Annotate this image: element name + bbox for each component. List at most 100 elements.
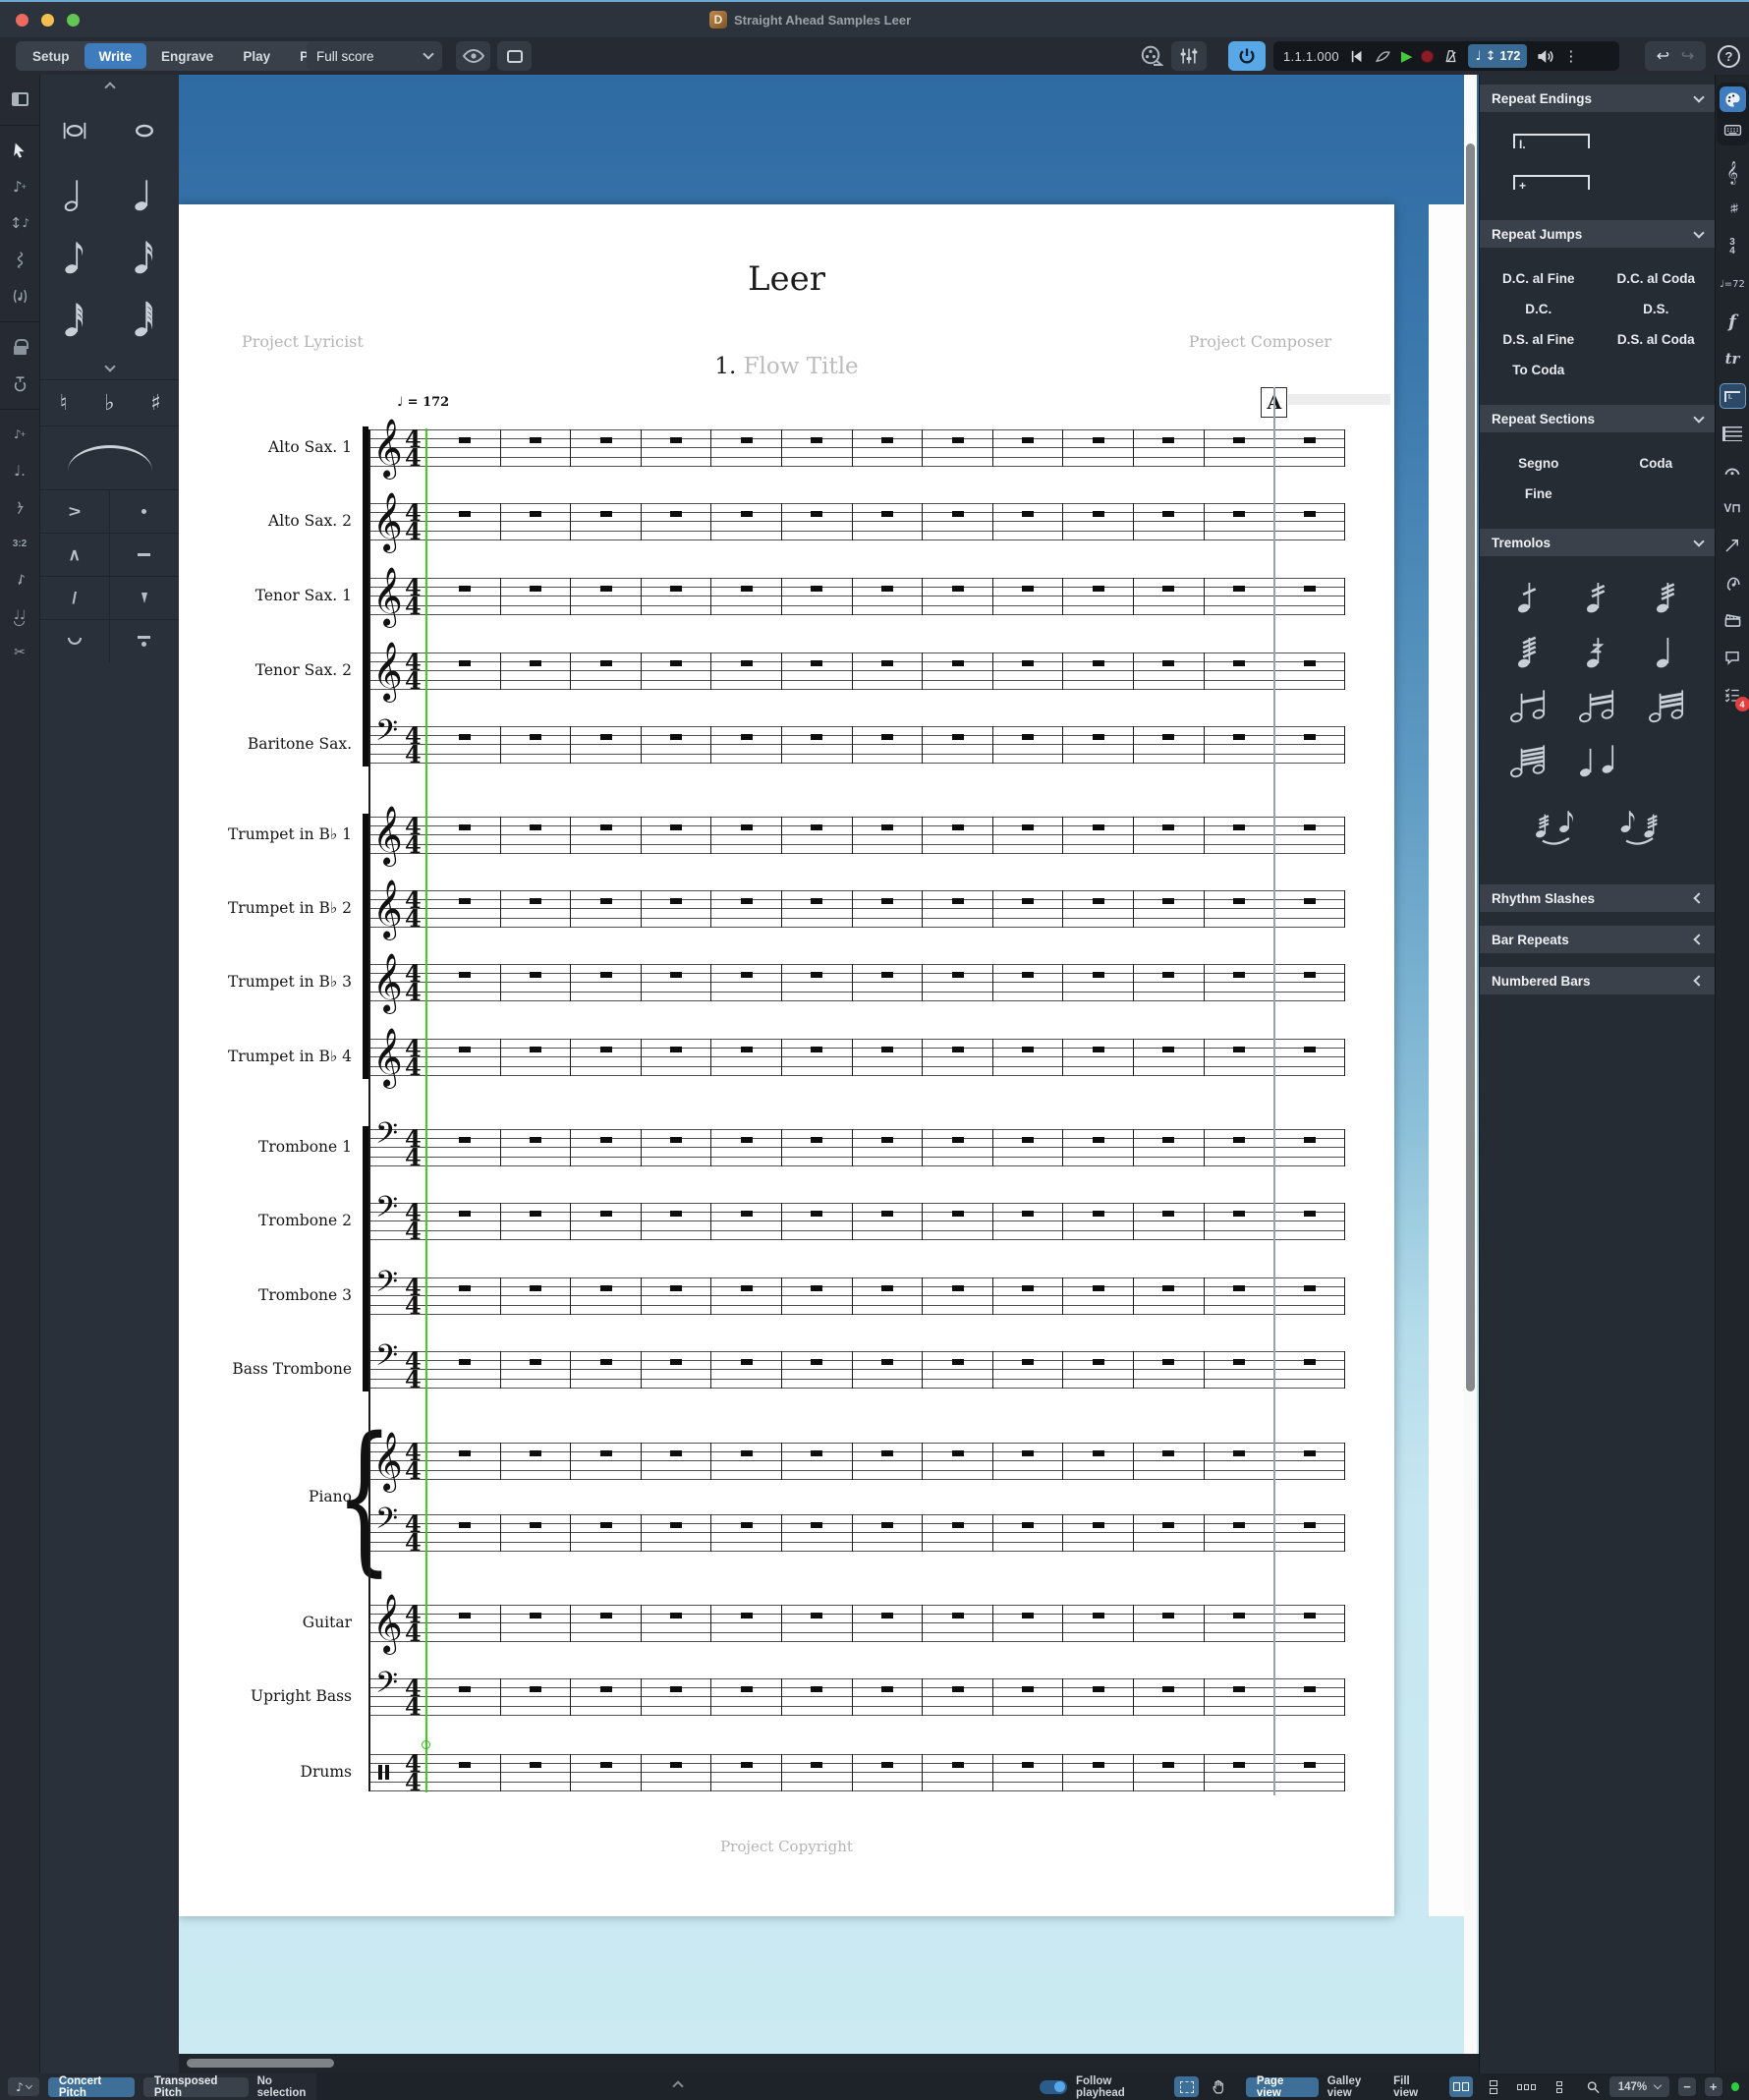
whole-rest[interactable] <box>459 824 472 830</box>
minimize-window-button[interactable] <box>41 14 54 27</box>
measure-8[interactable] <box>923 817 993 854</box>
whole-rest[interactable] <box>1022 437 1035 443</box>
whole-rest[interactable] <box>599 1359 612 1365</box>
measure-9[interactable] <box>993 1443 1064 1480</box>
whole-rest[interactable] <box>740 1450 753 1456</box>
time-signature[interactable]: 44 <box>405 427 422 470</box>
whole-rest[interactable] <box>529 1211 541 1217</box>
measure-4[interactable] <box>642 1039 712 1076</box>
measure-11[interactable] <box>1134 1605 1205 1642</box>
measure-9[interactable] <box>993 1129 1064 1166</box>
whole-rest[interactable] <box>529 1137 541 1143</box>
whole-rest[interactable] <box>951 437 964 443</box>
measure-10[interactable] <box>1063 817 1135 854</box>
whole-rest[interactable] <box>1092 1137 1104 1143</box>
whole-rest[interactable] <box>459 1285 472 1291</box>
measure-11[interactable] <box>1134 1678 1205 1716</box>
whole-rest[interactable] <box>1233 1137 1245 1143</box>
whole-rest[interactable] <box>1162 1522 1175 1528</box>
insert-clamp-icon[interactable] <box>7 370 32 396</box>
measure-12[interactable] <box>1205 653 1275 690</box>
whole-rest[interactable] <box>880 1686 893 1692</box>
measure-5[interactable] <box>711 429 783 467</box>
time-signature[interactable]: 44 <box>405 888 422 931</box>
layout-select[interactable]: Full score <box>307 41 442 71</box>
measure-5[interactable] <box>711 1443 783 1480</box>
whole-rest[interactable] <box>1162 1137 1175 1143</box>
unstressed-button[interactable] <box>40 619 110 662</box>
measure-12[interactable] <box>1205 1203 1275 1240</box>
whole-rest[interactable] <box>740 511 753 517</box>
whole-rest[interactable] <box>740 734 753 740</box>
whole-rest[interactable] <box>1092 1686 1104 1692</box>
time-signature[interactable]: 44 <box>405 651 422 693</box>
whole-rest[interactable] <box>1162 511 1175 517</box>
whole-rest[interactable] <box>1233 1686 1245 1692</box>
video-icon[interactable] <box>1140 44 1163 68</box>
measure-2[interactable] <box>501 817 572 854</box>
measure-4[interactable] <box>642 964 712 1001</box>
measure-2[interactable] <box>501 890 572 928</box>
measure-9[interactable] <box>993 503 1064 540</box>
staff-label-tenor-sax-1[interactable]: Tenor Sax. 1 <box>179 587 352 604</box>
whole-rest[interactable] <box>459 437 472 443</box>
time-signature[interactable]: 44 <box>405 724 422 766</box>
measure-4[interactable] <box>642 1129 712 1166</box>
measure-2[interactable] <box>501 726 572 764</box>
measure-12[interactable] <box>1205 1129 1275 1166</box>
measure-11[interactable] <box>1134 429 1205 467</box>
whole-rest[interactable] <box>1233 972 1245 978</box>
measure-9[interactable] <box>993 429 1064 467</box>
measure-1[interactable] <box>430 1605 501 1642</box>
time-signature[interactable]: 44 <box>405 1676 422 1719</box>
treble-clef[interactable]: 𝄞 <box>372 1598 403 1649</box>
whole-rest[interactable] <box>1162 824 1175 830</box>
whole-rest[interactable] <box>670 1137 683 1143</box>
flow-title[interactable]: 1. Flow Title <box>179 354 1394 379</box>
whole-rest[interactable] <box>811 586 823 592</box>
play-icon[interactable]: ▶ <box>1401 49 1413 64</box>
whole-rest[interactable] <box>811 1285 823 1291</box>
whole-rest[interactable] <box>1303 1686 1316 1692</box>
measure-12[interactable] <box>1205 1277 1275 1315</box>
tuplet-icon[interactable]: 3:2 <box>7 531 32 556</box>
marquee-tool-button[interactable] <box>1174 2076 1199 2097</box>
measure-12[interactable] <box>1205 503 1275 540</box>
measure-10[interactable] <box>1063 1129 1135 1166</box>
measure-13[interactable] <box>1274 1129 1345 1166</box>
tab-setup[interactable]: Setup <box>18 43 85 69</box>
time-signature[interactable]: 44 <box>405 1603 422 1645</box>
measure-5[interactable] <box>711 817 783 854</box>
measure-2[interactable] <box>501 1351 572 1389</box>
measure-3[interactable] <box>571 1277 642 1315</box>
whole-rest[interactable] <box>529 734 541 740</box>
accidental-flat[interactable]: ♭ <box>86 380 133 426</box>
whole-rest[interactable] <box>740 824 753 830</box>
measure-11[interactable] <box>1134 653 1205 690</box>
measure-1[interactable] <box>430 726 501 764</box>
tempo-marks-icon[interactable]: ♩=72 <box>1720 271 1746 297</box>
measure-13[interactable] <box>1274 1351 1345 1389</box>
playhead-line[interactable] <box>1273 387 1276 1795</box>
horizontal-scrollbar[interactable] <box>179 2054 1479 2073</box>
measure-1[interactable] <box>430 1754 501 1791</box>
whole-rest[interactable] <box>529 586 541 592</box>
audio-engine-power-button[interactable] <box>1228 41 1266 71</box>
whole-rest[interactable] <box>811 1137 823 1143</box>
measure-10[interactable] <box>1063 1039 1135 1076</box>
duration-breve[interactable] <box>40 106 110 155</box>
whole-rest[interactable] <box>1162 734 1175 740</box>
measure-5[interactable] <box>711 890 783 928</box>
whole-rest[interactable] <box>1303 1047 1316 1052</box>
measure-2[interactable] <box>501 1443 572 1480</box>
whole-rest[interactable] <box>740 660 753 666</box>
measure-3[interactable] <box>571 1351 642 1389</box>
whole-rest[interactable] <box>811 898 823 904</box>
measure-2[interactable] <box>501 1605 572 1642</box>
duration-thirty-second[interactable] <box>40 295 110 344</box>
whole-rest[interactable] <box>1092 1211 1104 1217</box>
measure-3[interactable] <box>571 503 642 540</box>
measure-4[interactable] <box>642 1754 712 1791</box>
measure-3[interactable] <box>571 1203 642 1240</box>
whole-rest[interactable] <box>811 972 823 978</box>
